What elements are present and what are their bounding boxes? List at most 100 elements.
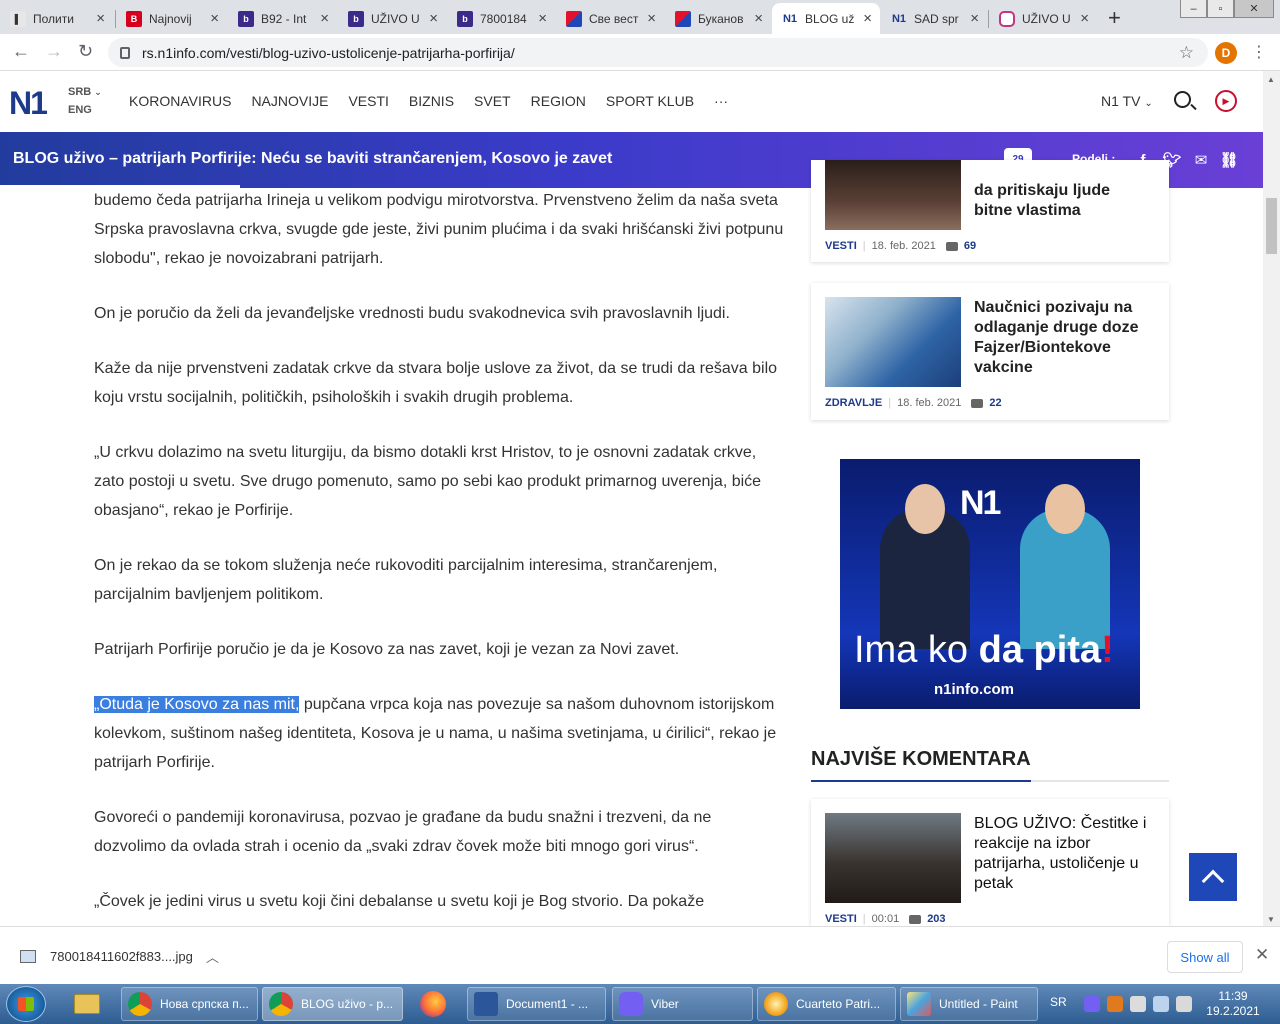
chevron-up-icon <box>1201 869 1225 893</box>
live-play-icon[interactable]: ▶ <box>1215 90 1237 112</box>
address-bar[interactable]: rs.n1info.com/vesti/blog-uzivo-ustolicen… <box>108 38 1208 67</box>
chevron-up-icon[interactable]: ︿ <box>206 947 219 966</box>
close-window-icon[interactable]: ✕ <box>1234 0 1274 18</box>
tray-app-icon[interactable] <box>1107 996 1123 1012</box>
news-category[interactable]: ZDRAVLJE <box>825 397 882 409</box>
nav-more-icon[interactable]: ··· <box>714 93 728 109</box>
comment-count[interactable]: 203 <box>927 913 945 925</box>
comment-count[interactable]: 22 <box>989 397 1001 409</box>
browser-tab[interactable]: b B92 - Int × <box>228 3 337 34</box>
news-category[interactable]: VESTI <box>825 913 857 925</box>
scroll-down-icon[interactable]: ▼ <box>1267 915 1275 924</box>
tab-close-icon[interactable]: × <box>647 10 656 27</box>
ad-slogan-mark: ! <box>1101 629 1114 671</box>
firefox-icon[interactable] <box>416 987 450 1021</box>
browser-menu-icon[interactable]: ⋮ <box>1251 42 1267 62</box>
close-icon[interactable]: ✕ <box>1255 945 1269 965</box>
browser-tab[interactable]: UŽIVO U × <box>989 3 1097 34</box>
comment-count[interactable]: 69 <box>964 240 976 252</box>
scroll-to-top-button[interactable] <box>1189 853 1237 901</box>
scrollbar-thumb[interactable] <box>1266 198 1277 254</box>
back-arrow-icon[interactable]: ← <box>12 41 30 62</box>
browser-tab[interactable]: Буканов × <box>665 3 771 34</box>
forward-arrow-icon[interactable]: → <box>45 41 63 62</box>
tab-close-icon[interactable]: × <box>754 10 763 27</box>
n1-advertisement[interactable]: N1 Ima ko da pita! n1info.com <box>840 459 1140 709</box>
tab-close-icon[interactable]: × <box>1080 10 1089 27</box>
browser-tab[interactable]: ▌ Полити × <box>0 3 113 34</box>
news-thumbnail[interactable] <box>825 160 961 230</box>
nav-item-najnovije[interactable]: NAJNOVIJE <box>251 93 328 109</box>
profile-avatar[interactable]: D <box>1215 42 1237 64</box>
news-card[interactable]: da pritiskaju ljude bitne vlastima VESTI … <box>811 160 1169 262</box>
search-icon[interactable] <box>1174 91 1191 108</box>
email-icon[interactable]: ✉ <box>1191 150 1211 170</box>
copy-link-icon[interactable]: ⛓ <box>1219 150 1239 170</box>
nav-item-region[interactable]: REGION <box>531 93 586 109</box>
browser-tab[interactable]: N1 SAD spr × <box>881 3 987 34</box>
browser-tab[interactable]: b 7800184 × <box>447 3 555 34</box>
tab-close-icon[interactable]: × <box>863 10 872 27</box>
news-title[interactable]: da pritiskaju ljude bitne vlastima <box>974 181 1159 221</box>
news-meta: VESTI | 18. feb. 2021 69 <box>825 240 977 252</box>
nav-item-svet[interactable]: SVET <box>474 93 511 109</box>
taskbar-item[interactable]: Viber <box>612 987 753 1021</box>
news-card[interactable]: BLOG UŽIVO: Čestitke i reakcije na izbor… <box>811 799 1169 926</box>
start-button[interactable] <box>6 986 46 1022</box>
maximize-icon[interactable]: ▫ <box>1207 0 1234 18</box>
taskbar-item[interactable]: Untitled - Paint <box>900 987 1038 1021</box>
action-center-icon[interactable] <box>1176 996 1192 1012</box>
news-category[interactable]: VESTI <box>825 240 857 252</box>
image-file-icon <box>20 950 36 963</box>
bookmark-star-icon[interactable]: ☆ <box>1179 43 1194 63</box>
nav-item-koronavirus[interactable]: KORONAVIRUS <box>129 93 231 109</box>
n1-tv-menu[interactable]: N1 TV ⌄ <box>1101 93 1153 109</box>
tab-close-icon[interactable]: × <box>320 10 329 27</box>
news-title[interactable]: BLOG UŽIVO: Čestitke i reakcije na izbor… <box>974 814 1159 894</box>
lang-eng-link[interactable]: ENG <box>68 104 92 116</box>
tab-close-icon[interactable]: × <box>210 10 219 27</box>
nav-item-sport-klub[interactable]: SPORT KLUB <box>606 93 694 109</box>
tab-close-icon[interactable]: × <box>538 10 547 27</box>
news-card[interactable]: Naučnici pozivaju na odlaganje druge doz… <box>811 283 1169 420</box>
news-thumbnail[interactable] <box>825 297 961 387</box>
taskbar-item[interactable]: Document1 - ... <box>467 987 606 1021</box>
nav-item-biznis[interactable]: BIZNIS <box>409 93 454 109</box>
article-body: budemo čeda patrijarha Irineja u velikom… <box>94 188 784 926</box>
scroll-up-icon[interactable]: ▲ <box>1267 75 1275 84</box>
reload-icon[interactable]: ↻ <box>78 41 93 62</box>
minimize-icon[interactable]: – <box>1180 0 1207 18</box>
file-explorer-icon[interactable] <box>70 987 104 1021</box>
download-filename[interactable]: 780018411602f883....jpg <box>50 949 193 964</box>
show-all-button[interactable]: Show all <box>1167 941 1243 973</box>
system-clock[interactable]: 11:39 19.2.2021 <box>1203 989 1263 1019</box>
browser-tab[interactable]: Све вест × <box>556 3 664 34</box>
n1-logo[interactable]: N1 <box>9 85 48 122</box>
star-icon <box>675 10 691 27</box>
keyboard-language[interactable]: SR <box>1050 995 1067 1009</box>
network-icon[interactable] <box>1153 996 1169 1012</box>
taskbar-item[interactable]: Нова српска п... <box>121 987 258 1021</box>
taskbar-item[interactable]: Cuarteto Patri... <box>757 987 896 1021</box>
news-thumbnail[interactable] <box>825 813 961 903</box>
news-title[interactable]: Naučnici pozivaju na odlaganje druge doz… <box>974 298 1159 378</box>
viber-tray-icon[interactable] <box>1084 996 1100 1012</box>
selected-text[interactable]: „Otuda je Kosovo za nas mit, <box>94 696 300 713</box>
tab-close-icon[interactable]: × <box>96 10 105 27</box>
browser-tab[interactable]: b UŽIVO U × <box>338 3 446 34</box>
chrome-icon <box>128 992 152 1016</box>
news-date: 00:01 <box>871 913 900 925</box>
tab-close-icon[interactable]: × <box>970 10 979 27</box>
tab-close-icon[interactable]: × <box>429 10 438 27</box>
new-tab-button[interactable]: + <box>1108 5 1121 31</box>
download-item[interactable]: 780018411602f883....jpg <box>20 949 193 964</box>
browser-tab[interactable]: B Najnovij × <box>116 3 227 34</box>
browser-tab-strip: ▌ Полити × B Najnovij × b B92 - Int × b UŽI… <box>0 0 1280 34</box>
url-text[interactable]: rs.n1info.com/vesti/blog-uzivo-ustolicen… <box>142 45 515 61</box>
volume-icon[interactable] <box>1130 996 1146 1012</box>
language-selector[interactable]: SRB ⌄ <box>68 86 102 98</box>
nav-item-vesti[interactable]: VESTI <box>348 93 388 109</box>
page-scrollbar[interactable]: ▲ ▼ <box>1263 71 1280 926</box>
browser-tab-active[interactable]: N1 BLOG už × <box>772 3 880 34</box>
taskbar-item-active[interactable]: BLOG uživo - p... <box>262 987 403 1021</box>
